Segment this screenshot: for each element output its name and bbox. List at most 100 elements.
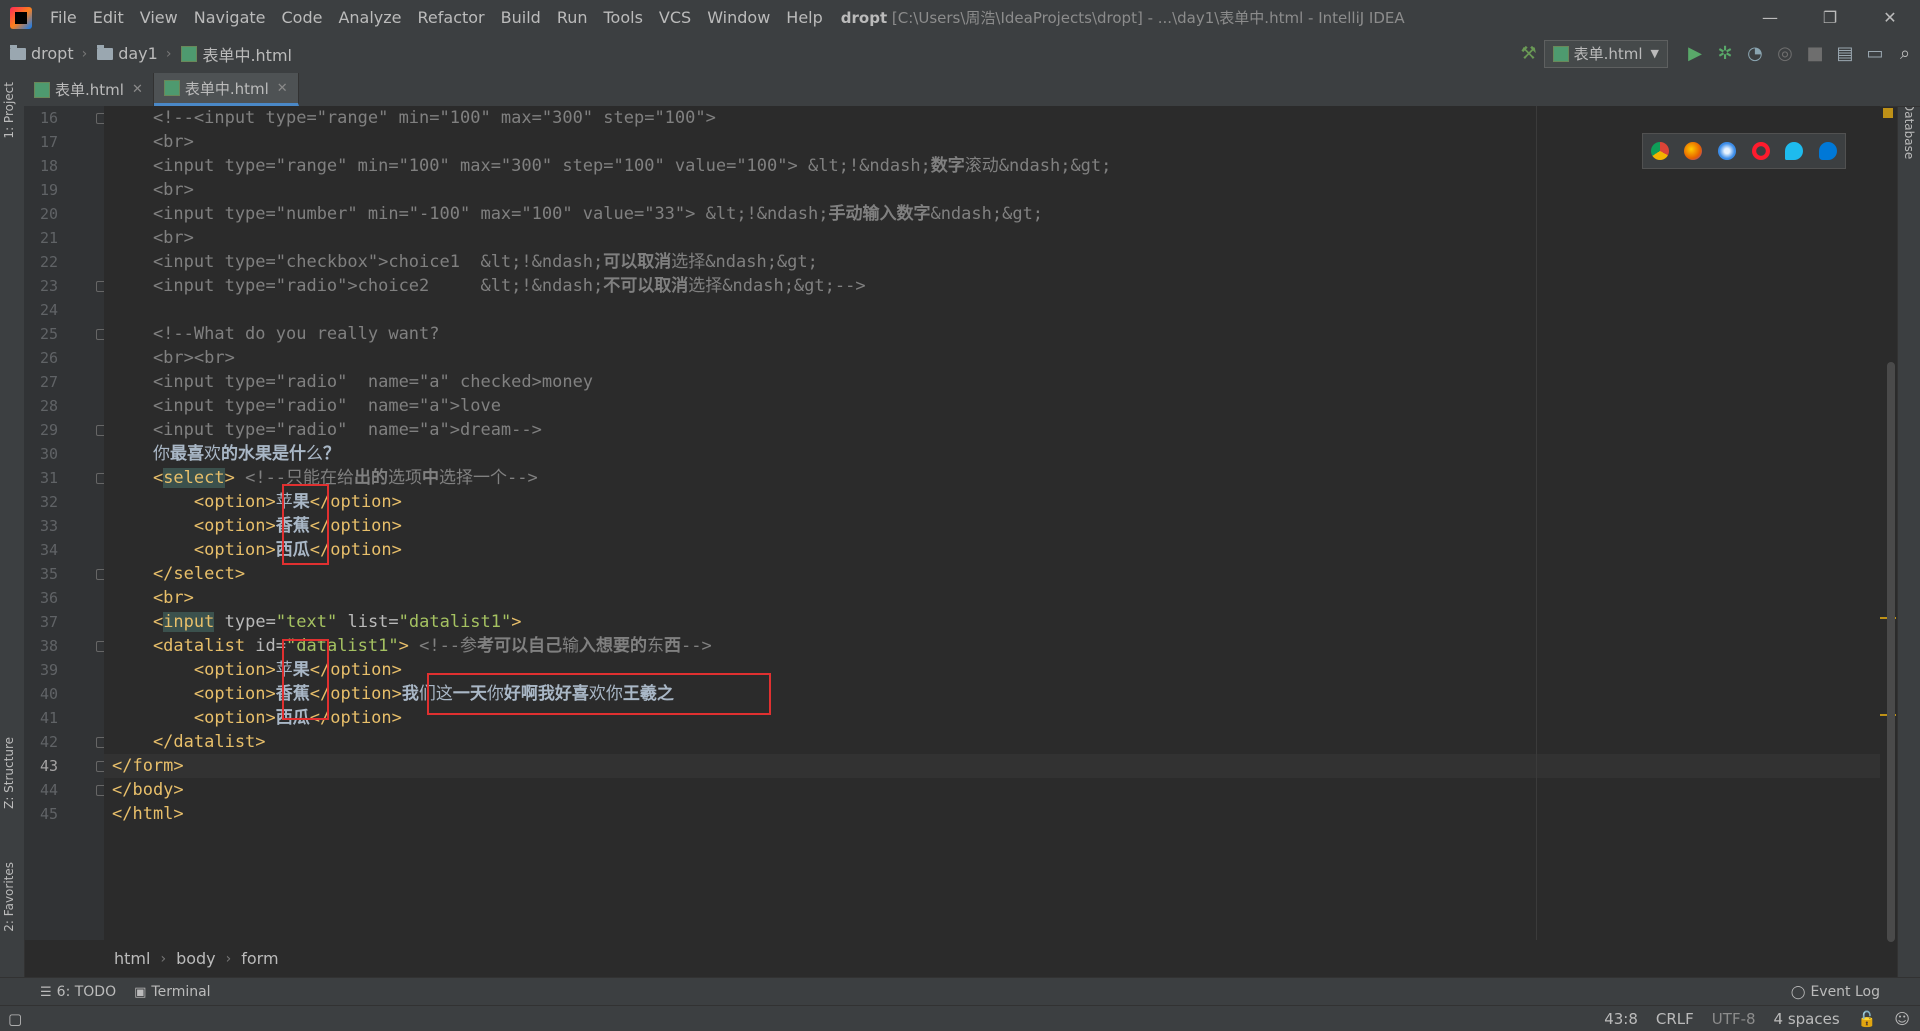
code-line[interactable]: <input type="range" min="100" max="300" … [104, 154, 1880, 178]
code-line[interactable]: <option>苹果</option> [104, 658, 1880, 682]
code-line[interactable]: </select> [104, 562, 1880, 586]
code-line[interactable]: <select> <!--只能在给出的选项中选择一个--> [104, 466, 1880, 490]
menu-view[interactable]: View [132, 8, 186, 27]
tab-biaodan[interactable]: 表单.html ✕ [24, 73, 154, 106]
code-line[interactable]: <input type="radio" name="a">dream--> [104, 418, 1880, 442]
terminal-button[interactable]: ▣ Terminal [134, 984, 210, 1000]
line-number-gutter[interactable]: 16 17 18 19 20 21 22 23 24 25 26 27 28 29 30 31 32 33 34 35… [24, 106, 107, 940]
breadcrumb-body[interactable]: body [166, 949, 226, 968]
code-line[interactable]: <br> [104, 178, 1880, 202]
code-line[interactable]: <datalist id="datalist1"> <!--参考可以自己输入想要… [104, 634, 1880, 658]
presentation-icon[interactable]: ▭ [1860, 39, 1890, 69]
build-hammer-icon[interactable]: ⚒ [1514, 39, 1544, 69]
intellij-logo-icon [10, 6, 32, 29]
nav-crumb-project[interactable]: dropt › [10, 44, 87, 63]
nav-crumb-file[interactable]: 表单中.html [181, 42, 292, 66]
edge-icon[interactable] [1819, 142, 1838, 160]
code-line[interactable]: <option>西瓜</option> [104, 538, 1880, 562]
code-line[interactable]: <input type="checkbox">choice1 &lt;!&nda… [104, 250, 1880, 274]
structure-tool-tab[interactable]: Z: Structure [2, 737, 16, 809]
code-line[interactable]: <option>香蕉</option>我们这一天你好啊我好喜欢你王羲之 [104, 682, 1880, 706]
minimize-button[interactable]: — [1740, 0, 1800, 35]
chrome-icon[interactable] [1650, 142, 1669, 160]
safari-icon[interactable] [1718, 142, 1737, 160]
code-line[interactable]: <!--What do you really want? [104, 322, 1880, 346]
file-encoding[interactable]: UTF-8 [1712, 1010, 1756, 1028]
ie-icon[interactable] [1785, 142, 1804, 160]
line-number: 16 [39, 109, 58, 127]
breadcrumb-html[interactable]: html [104, 949, 160, 968]
code-line[interactable]: 你最喜欢的水果是什么？ [104, 442, 1880, 466]
stop-icon[interactable]: ■ [1800, 39, 1830, 69]
close-icon[interactable]: ✕ [277, 81, 288, 96]
menu-run[interactable]: Run [549, 8, 596, 27]
code-line-text: <br><br> [112, 348, 235, 368]
menu-build[interactable]: Build [493, 8, 549, 27]
line-number: 24 [39, 301, 58, 319]
indent-setting[interactable]: 4 spaces [1774, 1010, 1840, 1028]
code-line[interactable]: <br><br> [104, 346, 1880, 370]
code-line[interactable]: <input type="radio" name="a">love [104, 394, 1880, 418]
vertical-scrollbar[interactable] [1887, 362, 1895, 942]
toggle-toolwindows-icon[interactable]: ▢ [8, 1010, 22, 1028]
tab-biaodanzhong[interactable]: 表单中.html ✕ [153, 73, 299, 106]
run-icon[interactable]: ▶ [1680, 39, 1710, 69]
menu-refactor[interactable]: Refactor [410, 8, 493, 27]
code-line[interactable]: <br> [104, 130, 1880, 154]
code-line[interactable]: </form> [104, 754, 1880, 778]
code-editor[interactable]: </html> </body> </form> </datalist> <optio… [104, 106, 1880, 940]
lock-icon[interactable]: 🔓 [1858, 1010, 1877, 1028]
code-line[interactable]: <input type="radio">choice2 &lt;!&ndash;… [104, 274, 1880, 298]
menu-navigate[interactable]: Navigate [186, 8, 274, 27]
navigation-bar: dropt › day1 › 表单中.html ⚒ 表单.html ▼ ▶ ✲ … [0, 35, 1920, 73]
opera-icon[interactable] [1751, 142, 1770, 160]
close-button[interactable]: ✕ [1860, 0, 1920, 35]
line-number: 21 [39, 229, 58, 247]
menu-help[interactable]: Help [778, 8, 830, 27]
search-icon[interactable]: ⌕ [1890, 39, 1920, 69]
code-line[interactable]: <br> [104, 226, 1880, 250]
code-line[interactable]: <input type="text" list="datalist1"> [104, 610, 1880, 634]
line-separator[interactable]: CRLF [1656, 1010, 1694, 1028]
project-structure-icon[interactable]: ▤ [1830, 39, 1860, 69]
close-icon[interactable]: ✕ [132, 82, 143, 97]
menu-tools[interactable]: Tools [596, 8, 651, 27]
code-line[interactable]: <option>香蕉</option> [104, 514, 1880, 538]
caret-position[interactable]: 43:8 [1604, 1010, 1638, 1028]
run-config-select[interactable]: 表单.html ▼ [1543, 39, 1668, 68]
firefox-icon[interactable] [1684, 142, 1703, 160]
code-line[interactable]: </html> [104, 802, 1880, 826]
menu-file[interactable]: File [42, 8, 85, 27]
code-line[interactable]: <!--<input type="range" min="100" max="3… [104, 106, 1880, 130]
todo-button[interactable]: ☰ 6: TODO [40, 984, 116, 1000]
code-line[interactable]: </body> [104, 778, 1880, 802]
code-line[interactable]: </datalist> [104, 730, 1880, 754]
code-line[interactable]: <br> [104, 586, 1880, 610]
nav-crumb-day1[interactable]: day1 › [97, 44, 171, 63]
breadcrumb-form[interactable]: form [231, 949, 288, 968]
profile-icon[interactable]: ◎ [1770, 39, 1800, 69]
code-line[interactable]: <input type="radio" name="a" checked>mon… [104, 370, 1880, 394]
warning-marker-top[interactable] [1883, 108, 1893, 118]
favorites-tool-tab[interactable]: 2: Favorites [2, 862, 16, 932]
coverage-icon[interactable]: ◔ [1740, 39, 1770, 69]
menu-code[interactable]: Code [274, 8, 331, 27]
menu-window[interactable]: Window [699, 8, 778, 27]
inspector-icon[interactable]: ☺ [1894, 1010, 1910, 1028]
annotation-box-select-options [282, 484, 329, 565]
project-tool-tab[interactable]: 1: Project [2, 82, 16, 139]
restore-button[interactable]: ❐ [1800, 0, 1860, 35]
database-tool-tab[interactable]: Database [1902, 102, 1916, 159]
menu-vcs[interactable]: VCS [651, 8, 699, 27]
menu-analyze[interactable]: Analyze [330, 8, 409, 27]
code-line[interactable] [104, 298, 1880, 322]
debug-icon[interactable]: ✲ [1710, 39, 1740, 69]
code-line[interactable]: <input type="number" min="-100" max="100… [104, 202, 1880, 226]
line-number: 36 [39, 589, 58, 607]
event-log-button[interactable]: ◯ Event Log [1791, 984, 1880, 1000]
line-number: 28 [39, 397, 58, 415]
menu-edit[interactable]: Edit [85, 8, 132, 27]
code-line[interactable]: <option>苹果</option> [104, 490, 1880, 514]
code-line[interactable]: <option>西瓜</option> [104, 706, 1880, 730]
